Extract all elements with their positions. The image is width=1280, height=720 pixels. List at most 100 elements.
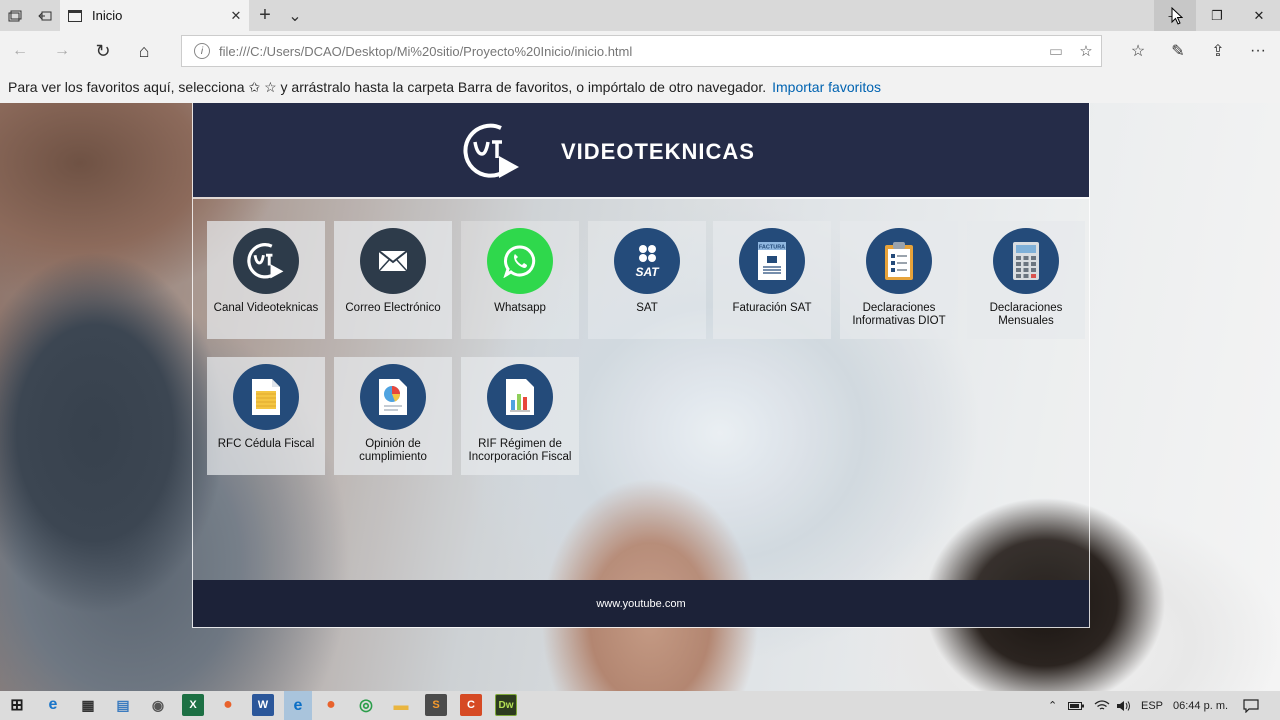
tray-overflow-icon[interactable]: ⌃: [1048, 691, 1057, 720]
edge-icon: e: [293, 696, 303, 714]
taskbar-internet-explorer[interactable]: e: [42, 694, 64, 716]
favorites-hub-icon: ☆: [1130, 43, 1146, 60]
document-icon: [233, 364, 299, 430]
vt-play-logo-icon: [233, 228, 299, 294]
start-button[interactable]: ⊞: [6, 694, 28, 716]
header-divider: [193, 197, 1089, 199]
tile-declaraciones-mensuales[interactable]: Declaraciones Mensuales: [967, 221, 1085, 339]
whatsapp-icon: [487, 228, 553, 294]
paint-icon: ◉: [151, 696, 165, 713]
address-bar[interactable]: i file:///C:/Users/DCAO/Desktop/Mi%20sit…: [181, 35, 1102, 67]
back-button[interactable]: ←: [0, 31, 40, 71]
pie-report-icon: [360, 364, 426, 430]
taskbar-word[interactable]: W: [252, 694, 274, 716]
close-window-button[interactable]: ✕: [1238, 0, 1280, 31]
tile-canal-videoteknicas[interactable]: Canal Videoteknicas: [207, 221, 325, 339]
word-icon: W: [257, 699, 269, 711]
tile-label: Correo Electrónico: [345, 302, 441, 314]
taskbar-chrome[interactable]: ◎: [355, 694, 377, 716]
more-button[interactable]: ···: [1238, 31, 1278, 71]
more-dots-icon: ···: [1250, 42, 1266, 59]
excel-icon: X: [189, 699, 197, 711]
new-tab-button[interactable]: +: [250, 0, 280, 31]
site-container: VIDEOTEKNICAS Canal Videoteknicas Correo…: [192, 103, 1090, 628]
tile-sat[interactable]: SAT SAT: [588, 221, 706, 339]
taskbar-firefox[interactable]: ●: [217, 694, 239, 716]
firefox-icon: ●: [326, 696, 336, 713]
favorites-hint-text: Para ver los favoritos aquí, selecciona …: [8, 78, 767, 95]
back-arrow-icon: ←: [12, 42, 28, 59]
battery-icon[interactable]: [1068, 691, 1084, 720]
dreamweaver-icon: Dw: [498, 699, 514, 711]
calculator-app-icon: ▦: [81, 696, 95, 713]
taskbar-file-explorer[interactable]: ▬: [390, 694, 412, 716]
taskbar-paint[interactable]: ◉: [147, 694, 169, 716]
clipboard-icon: [866, 228, 932, 294]
pen-icon: ✎: [1171, 43, 1185, 60]
tab-inicio[interactable]: Inicio ✕: [60, 0, 249, 31]
invoice-label-text: FACTURA: [759, 245, 785, 251]
windows-taskbar: ⊞ e ▦ ▤ ◉ X ● W e ● ◎ ▬ S C Dw ⌃ ESP 06:…: [0, 691, 1280, 720]
windows-logo-icon: ⊞: [10, 697, 24, 714]
taskbar-edge[interactable]: e: [284, 691, 312, 720]
forward-arrow-icon: →: [54, 42, 70, 59]
tile-label: RFC Cédula Fiscal: [217, 438, 315, 450]
footer-link[interactable]: www.youtube.com: [596, 598, 685, 610]
language-indicator[interactable]: ESP: [1141, 691, 1163, 720]
taskbar-firefox-2[interactable]: ●: [320, 694, 342, 716]
volume-icon[interactable]: [1116, 691, 1132, 720]
tile-declaraciones-diot[interactable]: Declaraciones Informativas DIOT: [840, 221, 958, 339]
share-icon: ⇪: [1211, 43, 1225, 60]
home-button[interactable]: ⌂: [124, 31, 164, 71]
internet-explorer-icon: e: [48, 696, 58, 713]
restore-button[interactable]: ❐: [1196, 0, 1238, 31]
taskbar-sublime[interactable]: S: [425, 694, 447, 716]
tile-whatsapp[interactable]: Whatsapp: [461, 221, 579, 339]
tab-list-chevron-icon[interactable]: ⌄: [280, 0, 310, 31]
wifi-icon[interactable]: [1094, 691, 1110, 720]
tile-opinion-cumplimiento[interactable]: Opinión de cumplimiento: [334, 357, 452, 475]
url-field[interactable]: file:///C:/Users/DCAO/Desktop/Mi%20sitio…: [219, 44, 1041, 59]
site-brand-title: VIDEOTEKNICAS: [561, 139, 755, 164]
favorite-star-icon[interactable]: ☆: [1071, 42, 1101, 60]
taskbar-excel[interactable]: X: [182, 694, 204, 716]
tab-manager-icon[interactable]: [0, 0, 30, 31]
import-favorites-link[interactable]: Importar favoritos: [772, 79, 881, 95]
tile-rfc-cedula-fiscal[interactable]: RFC Cédula Fiscal: [207, 357, 325, 475]
clock[interactable]: 06:44 p. m.: [1173, 691, 1228, 720]
share-button[interactable]: ⇪: [1198, 31, 1238, 71]
taskbar-camtasia[interactable]: C: [460, 694, 482, 716]
taskbar-calculator[interactable]: ▦: [77, 694, 99, 716]
folder-icon: ▬: [393, 696, 409, 714]
reading-view-icon[interactable]: ▭: [1041, 42, 1071, 60]
info-icon[interactable]: i: [194, 43, 210, 59]
tile-facturacion-sat[interactable]: FACTURA Faturación SAT: [713, 221, 831, 339]
videoteknicas-logo-icon[interactable]: [461, 120, 523, 182]
tile-label: RIF Régimen de Incorporación Fiscal: [468, 438, 572, 463]
url-text: file:///C:/Users/DCAO/Desktop/Mi%20sitio…: [219, 43, 633, 59]
bar-report-icon: [487, 364, 553, 430]
site-header: VIDEOTEKNICAS: [193, 103, 1089, 197]
set-aside-tabs-icon[interactable]: [30, 0, 60, 31]
refresh-button[interactable]: ↻: [83, 31, 123, 71]
taskbar-notepad[interactable]: ▤: [112, 694, 134, 716]
page-icon: [68, 9, 82, 22]
web-note-button[interactable]: ✎: [1158, 31, 1198, 71]
tile-rif-regimen[interactable]: RIF Régimen de Incorporación Fiscal: [461, 357, 579, 475]
firefox-icon: ●: [223, 696, 233, 713]
forward-button[interactable]: →: [42, 31, 82, 71]
notepad-icon: ▤: [116, 696, 130, 713]
tile-label: Opinión de cumplimiento: [359, 438, 427, 463]
home-icon: ⌂: [138, 40, 150, 61]
mouse-cursor-icon: [1171, 7, 1183, 25]
close-icon: ✕: [1253, 7, 1265, 23]
hub-button[interactable]: ☆: [1118, 31, 1158, 71]
tile-correo-electronico[interactable]: Correo Electrónico: [334, 221, 452, 339]
favorites-bar: Para ver los favoritos aquí, selecciona …: [0, 71, 1280, 103]
action-center-icon[interactable]: [1243, 691, 1259, 720]
tab-close-icon[interactable]: ✕: [223, 8, 249, 24]
tile-label: Whatsapp: [494, 302, 546, 314]
restore-icon: ❐: [1211, 7, 1223, 23]
taskbar-dreamweaver[interactable]: Dw: [495, 694, 517, 716]
tile-label: Declaraciones Mensuales: [989, 302, 1063, 327]
